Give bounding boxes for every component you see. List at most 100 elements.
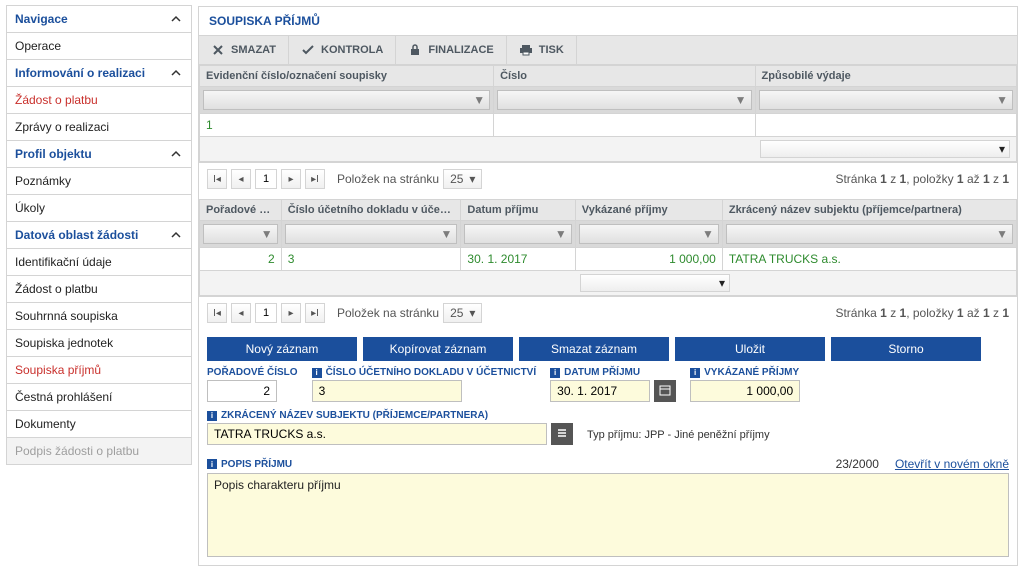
grid2-header-cislo-dokladu[interactable]: Číslo účetního dokladu v účetnictví [281,200,461,221]
funnel-icon: ▼ [996,227,1008,241]
nav-item-zadost-o-platbu[interactable]: Žádost o platbu [6,86,192,114]
info-icon: i [312,368,322,378]
nav-item-identifikacni-udaje[interactable]: Identifikační údaje [6,248,192,276]
nav-label: Operace [15,39,61,53]
open-new-window-link[interactable]: Otevřít v novém okně [895,457,1009,471]
subjekt-lookup-button[interactable] [551,423,573,445]
nav-item-poznamky[interactable]: Poznámky [6,167,192,195]
nav-section-datova-oblast[interactable]: Datová oblast žádosti [6,221,192,249]
datum-prijmu-input[interactable] [550,380,650,402]
vykazane-prijmy-input[interactable] [690,380,800,402]
pager-prev[interactable]: ◂ [231,169,251,189]
poradove-cislo-input[interactable] [207,380,277,402]
nav-label: Identifikační údaje [15,255,112,269]
pager-page-input[interactable] [255,169,277,189]
grid1-cell-zpusobile[interactable] [755,114,1016,137]
grid1-filter-1[interactable]: ▼ [497,90,751,110]
nav-section-label: Informování o realizaci [15,66,145,80]
pager-first[interactable]: I◂ [207,303,227,323]
subjekt-label: iZKRÁCENÝ NÁZEV SUBJEKTU (PŘÍJEMCE/PARTN… [207,410,573,421]
nav-item-cestna-prohlaseni[interactable]: Čestná prohlášení [6,383,192,411]
nav-section-navigace[interactable]: Navigace [6,5,192,33]
chevron-up-icon [169,66,183,80]
list-icon [556,427,568,442]
funnel-icon: ▼ [441,227,453,241]
grid1-cell-cislo[interactable] [494,114,755,137]
grid2-cell-cislo-dokladu[interactable]: 3 [281,248,461,271]
grid2-header-vykazane[interactable]: Vykázané příjmy [575,200,722,221]
grid2-header-poradove[interactable]: Pořadové číslo [200,200,282,221]
pager-page-input[interactable] [255,303,277,323]
pager-size-select[interactable]: 25▾ [443,303,482,323]
chevron-up-icon [169,228,183,242]
nav-label: Žádost o platbu [15,282,98,296]
smazat-zaznam-button[interactable]: Smazat záznam [519,337,669,361]
storno-button[interactable]: Storno [831,337,981,361]
nav-item-podpis-zadosti: Podpis žádosti o platbu [6,437,192,465]
popis-char-count: 23/2000 [836,457,879,471]
chevron-up-icon [169,147,183,161]
nav-item-souhrnna-soupiska[interactable]: Souhrnná soupiska [6,302,192,330]
grid2-filter-3[interactable]: ▼ [579,224,719,244]
grid1-header-zpusobile[interactable]: Způsobilé výdaje [755,66,1016,87]
grid2-cell-poradove[interactable]: 2 [200,248,282,271]
nav-label: Soupiska příjmů [15,363,101,377]
pager-next[interactable]: ▸ [281,303,301,323]
toolbar-smazat[interactable]: SMAZAT [199,36,289,64]
nav-section-informovani[interactable]: Informování o realizaci [6,59,192,87]
grid2-filter-4[interactable]: ▼ [726,224,1013,244]
grid1-cell-evidencni[interactable]: 1 [200,114,494,137]
grid2-filter-1[interactable]: ▼ [285,224,458,244]
grid-soupisky: Evidenční číslo/označení soupisky Číslo … [199,65,1017,162]
panel-title: SOUPISKA PŘÍJMŮ [199,7,1017,36]
grid2-aggregate-select[interactable]: ▾ [580,274,730,292]
pager-last[interactable]: ▸I [305,303,325,323]
nav-item-dokumenty[interactable]: Dokumenty [6,410,192,438]
nav-item-soupiska-prijmu[interactable]: Soupiska příjmů [6,356,192,384]
cislo-dokladu-input[interactable] [312,380,462,402]
novy-zaznam-button[interactable]: Nový záznam [207,337,357,361]
nav-label: Čestná prohlášení [15,390,112,404]
grid1-header-cislo[interactable]: Číslo [494,66,755,87]
chevron-down-icon: ▾ [719,276,725,290]
nav-label: Soupiska jednotek [15,336,113,350]
nav-item-operace[interactable]: Operace [6,32,192,60]
grid1-header-evidencni[interactable]: Evidenční číslo/označení soupisky [200,66,494,87]
grid2-filter-0[interactable]: ▼ [203,224,278,244]
info-icon: i [207,411,217,421]
toolbar-tisk[interactable]: TISK [507,36,577,64]
grid2-cell-subjekt[interactable]: TATRA TRUCKS a.s. [722,248,1016,271]
grid1-pager: I◂ ◂ ▸ ▸I Položek na stránku 25▾ Stránka… [199,162,1017,195]
grid1-filter-0[interactable]: ▼ [203,90,490,110]
grid2-header-subjekt[interactable]: Zkrácený název subjektu (příjemce/partne… [722,200,1016,221]
nav-item-zpravy-o-realizaci[interactable]: Zprávy o realizaci [6,113,192,141]
grid2-filter-2[interactable]: ▼ [464,224,571,244]
grid2-cell-datum[interactable]: 30. 1. 2017 [461,248,575,271]
popis-prijmu-textarea[interactable]: Popis charakteru příjmu [207,473,1009,557]
nav-item-ukoly[interactable]: Úkoly [6,194,192,222]
nav-item-soupiska-jednotek[interactable]: Soupiska jednotek [6,329,192,357]
grid2-header-datum[interactable]: Datum příjmu [461,200,575,221]
pager-next[interactable]: ▸ [281,169,301,189]
poradove-cislo-label: POŘADOVÉ ČÍSLO [207,367,298,378]
grid1-filter-2[interactable]: ▼ [759,90,1013,110]
pager-size-select[interactable]: 25▾ [443,169,482,189]
toolbar-finalizace[interactable]: FINALIZACE [396,36,506,64]
funnel-icon: ▼ [702,227,714,241]
pager-first[interactable]: I◂ [207,169,227,189]
pager-last[interactable]: ▸I [305,169,325,189]
toolbar-kontrola[interactable]: KONTROLA [289,36,396,64]
chevron-down-icon: ▾ [469,306,475,320]
print-icon [519,43,533,57]
ulozit-button[interactable]: Uložit [675,337,825,361]
delete-icon [211,43,225,57]
funnel-icon: ▼ [996,93,1008,107]
grid2-cell-vykazane[interactable]: 1 000,00 [575,248,722,271]
grid1-aggregate-select[interactable]: ▾ [760,140,1010,158]
calendar-button[interactable] [654,380,676,402]
nav-item-zadost-o-platbu-2[interactable]: Žádost o platbu [6,275,192,303]
nav-section-profil-objektu[interactable]: Profil objektu [6,140,192,168]
kopirovat-zaznam-button[interactable]: Kopírovat záznam [363,337,513,361]
subjekt-input[interactable] [207,423,547,445]
pager-prev[interactable]: ◂ [231,303,251,323]
